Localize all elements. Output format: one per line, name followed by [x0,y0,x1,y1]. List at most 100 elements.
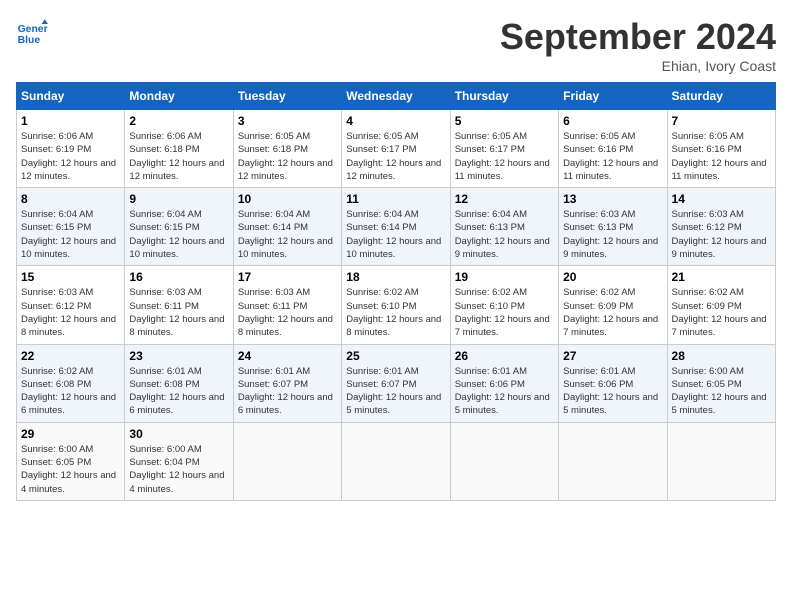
weekday-header-row: SundayMondayTuesdayWednesdayThursdayFrid… [17,83,776,110]
day-number: 21 [672,270,771,284]
calendar-cell: 9 Sunrise: 6:04 AMSunset: 6:15 PMDaylight… [125,188,233,266]
day-number: 24 [238,349,337,363]
calendar-cell: 27 Sunrise: 6:01 AMSunset: 6:06 PMDayligh… [559,344,667,422]
day-number: 19 [455,270,554,284]
calendar-week-4: 22Sunrise: 6:02 AMSunset: 6:08 PMDayligh… [17,344,776,422]
calendar-cell: 19 Sunrise: 6:02 AMSunset: 6:10 PMDayligh… [450,266,558,344]
calendar-cell: 8 Sunrise: 6:04 AMSunset: 6:15 PMDaylight… [17,188,125,266]
day-info: Sunrise: 6:03 AMSunset: 6:11 PMDaylight:… [238,286,337,339]
calendar-week-3: 15 Sunrise: 6:03 AMSunset: 6:12 PMDayligh… [17,266,776,344]
day-number: 26 [455,349,554,363]
calendar-cell [450,422,558,500]
day-info: Sunrise: 6:00 AMSunset: 6:04 PMDaylight:… [129,443,228,496]
day-info: Sunrise: 6:05 AMSunset: 6:16 PMDaylight:… [563,130,662,183]
day-number: 18 [346,270,445,284]
day-number: 8 [21,192,120,206]
weekday-tuesday: Tuesday [233,83,341,110]
calendar-cell: 18 Sunrise: 6:02 AMSunset: 6:10 PMDayligh… [342,266,450,344]
location: Ehian, Ivory Coast [500,58,776,74]
calendar-cell [342,422,450,500]
day-number: 9 [129,192,228,206]
month-title: September 2024 [500,16,776,58]
calendar-cell [559,422,667,500]
calendar-cell: 16Sunrise: 6:03 AMSunset: 6:11 PMDayligh… [125,266,233,344]
day-info: Sunrise: 6:05 AMSunset: 6:18 PMDaylight:… [238,130,337,183]
day-info: Sunrise: 6:04 AMSunset: 6:15 PMDaylight:… [129,208,228,261]
svg-text:General: General [18,24,48,35]
logo: General Blue [16,16,48,48]
day-info: Sunrise: 6:02 AMSunset: 6:09 PMDaylight:… [563,286,662,339]
day-number: 12 [455,192,554,206]
day-number: 23 [129,349,228,363]
day-info: Sunrise: 6:02 AMSunset: 6:09 PMDaylight:… [672,286,771,339]
day-number: 1 [21,114,120,128]
calendar-cell: 25 Sunrise: 6:01 AMSunset: 6:07 PMDayligh… [342,344,450,422]
logo-icon: General Blue [16,16,48,48]
calendar-cell: 5 Sunrise: 6:05 AMSunset: 6:17 PMDaylight… [450,110,558,188]
calendar-cell: 22Sunrise: 6:02 AMSunset: 6:08 PMDayligh… [17,344,125,422]
day-info: Sunrise: 6:06 AMSunset: 6:19 PMDaylight:… [21,130,120,183]
calendar-cell: 12 Sunrise: 6:04 AMSunset: 6:13 PMDayligh… [450,188,558,266]
calendar-cell: 30 Sunrise: 6:00 AMSunset: 6:04 PMDayligh… [125,422,233,500]
calendar-cell: 13Sunrise: 6:03 AMSunset: 6:13 PMDayligh… [559,188,667,266]
day-info: Sunrise: 6:01 AMSunset: 6:06 PMDaylight:… [563,365,662,418]
day-number: 5 [455,114,554,128]
calendar-cell: 29 Sunrise: 6:00 AMSunset: 6:05 PMDayligh… [17,422,125,500]
day-number: 11 [346,192,445,206]
day-number: 15 [21,270,120,284]
day-number: 13 [563,192,662,206]
weekday-friday: Friday [559,83,667,110]
day-info: Sunrise: 6:01 AMSunset: 6:07 PMDaylight:… [346,365,445,418]
svg-text:Blue: Blue [18,35,41,46]
day-info: Sunrise: 6:05 AMSunset: 6:16 PMDaylight:… [672,130,771,183]
day-number: 30 [129,427,228,441]
day-number: 28 [672,349,771,363]
day-number: 6 [563,114,662,128]
day-number: 7 [672,114,771,128]
day-info: Sunrise: 6:06 AMSunset: 6:18 PMDaylight:… [129,130,228,183]
day-info: Sunrise: 6:03 AMSunset: 6:12 PMDaylight:… [21,286,120,339]
calendar-cell [233,422,341,500]
calendar-cell: 20 Sunrise: 6:02 AMSunset: 6:09 PMDayligh… [559,266,667,344]
calendar-cell: 2 Sunrise: 6:06 AMSunset: 6:18 PMDaylight… [125,110,233,188]
calendar-cell: 3 Sunrise: 6:05 AMSunset: 6:18 PMDaylight… [233,110,341,188]
day-info: Sunrise: 6:00 AMSunset: 6:05 PMDaylight:… [672,365,771,418]
day-info: Sunrise: 6:04 AMSunset: 6:15 PMDaylight:… [21,208,120,261]
calendar-cell: 15 Sunrise: 6:03 AMSunset: 6:12 PMDayligh… [17,266,125,344]
calendar-week-5: 29 Sunrise: 6:00 AMSunset: 6:05 PMDayligh… [17,422,776,500]
day-info: Sunrise: 6:01 AMSunset: 6:07 PMDaylight:… [238,365,337,418]
day-info: Sunrise: 6:05 AMSunset: 6:17 PMDaylight:… [346,130,445,183]
calendar-cell: 6 Sunrise: 6:05 AMSunset: 6:16 PMDaylight… [559,110,667,188]
calendar-cell: 21 Sunrise: 6:02 AMSunset: 6:09 PMDayligh… [667,266,775,344]
weekday-saturday: Saturday [667,83,775,110]
day-info: Sunrise: 6:03 AMSunset: 6:12 PMDaylight:… [672,208,771,261]
day-number: 16 [129,270,228,284]
calendar-cell [667,422,775,500]
day-info: Sunrise: 6:05 AMSunset: 6:17 PMDaylight:… [455,130,554,183]
calendar-cell: 24 Sunrise: 6:01 AMSunset: 6:07 PMDayligh… [233,344,341,422]
day-number: 29 [21,427,120,441]
day-info: Sunrise: 6:04 AMSunset: 6:13 PMDaylight:… [455,208,554,261]
day-info: Sunrise: 6:02 AMSunset: 6:10 PMDaylight:… [455,286,554,339]
day-number: 25 [346,349,445,363]
title-block: September 2024 Ehian, Ivory Coast [500,16,776,74]
day-info: Sunrise: 6:04 AMSunset: 6:14 PMDaylight:… [238,208,337,261]
calendar-cell: 23Sunrise: 6:01 AMSunset: 6:08 PMDayligh… [125,344,233,422]
day-info: Sunrise: 6:00 AMSunset: 6:05 PMDaylight:… [21,443,120,496]
calendar-cell: 28 Sunrise: 6:00 AMSunset: 6:05 PMDayligh… [667,344,775,422]
calendar-cell: 7 Sunrise: 6:05 AMSunset: 6:16 PMDaylight… [667,110,775,188]
day-number: 27 [563,349,662,363]
calendar-cell: 4Sunrise: 6:05 AMSunset: 6:17 PMDaylight… [342,110,450,188]
day-number: 2 [129,114,228,128]
day-number: 10 [238,192,337,206]
day-number: 20 [563,270,662,284]
weekday-wednesday: Wednesday [342,83,450,110]
day-info: Sunrise: 6:02 AMSunset: 6:10 PMDaylight:… [346,286,445,339]
day-number: 3 [238,114,337,128]
day-number: 17 [238,270,337,284]
calendar-cell: 10 Sunrise: 6:04 AMSunset: 6:14 PMDayligh… [233,188,341,266]
day-info: Sunrise: 6:01 AMSunset: 6:06 PMDaylight:… [455,365,554,418]
page-header: General Blue September 2024 Ehian, Ivory… [16,16,776,74]
weekday-thursday: Thursday [450,83,558,110]
weekday-monday: Monday [125,83,233,110]
